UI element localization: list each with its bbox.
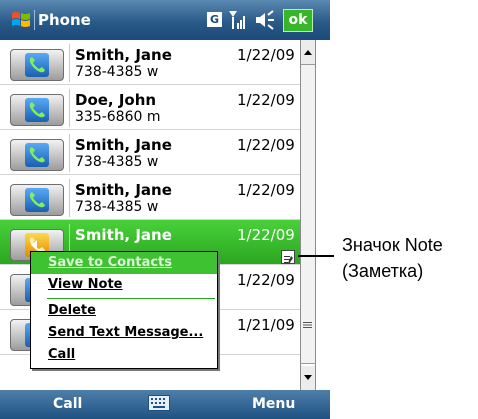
- call-back-button[interactable]: [10, 184, 64, 216]
- context-menu: Save to Contacts View Note Delete Send T…: [30, 251, 218, 369]
- note-glyph-icon: [284, 256, 293, 264]
- caller-number: 738-4385 w: [75, 154, 159, 170]
- signal-strength-icon[interactable]: [228, 9, 248, 31]
- triangle-down-icon: [304, 375, 312, 380]
- gprs-icon[interactable]: G: [207, 12, 222, 27]
- menu-item-delete[interactable]: Delete: [31, 300, 217, 322]
- scroll-down-button[interactable]: [301, 366, 315, 390]
- callout-leader-line: [298, 255, 334, 257]
- caller-number: 738-4385 w: [75, 64, 159, 80]
- note-icon: [281, 250, 295, 264]
- caller-name: Doe, John: [75, 91, 157, 109]
- call-back-button[interactable]: [10, 49, 64, 81]
- incoming-call-icon: [29, 192, 45, 208]
- callout-line-1: Значок Note: [342, 235, 443, 255]
- menu-item-send-text-message[interactable]: Send Text Message...: [31, 322, 217, 344]
- scroll-up-button[interactable]: [301, 40, 315, 64]
- row-separator: [69, 179, 70, 217]
- menu-separator: [47, 298, 215, 299]
- caller-number: 738-4385 w: [75, 199, 159, 215]
- app-title: Phone: [38, 11, 91, 29]
- call-back-button[interactable]: [10, 139, 64, 171]
- callout-line-2: (Заметка): [342, 261, 424, 281]
- menu-item-label: Send Text Message...: [48, 325, 204, 340]
- call-log-row[interactable]: Smith, Jane 738-4385 w 1/22/09: [0, 175, 300, 220]
- keyboard-icon[interactable]: [148, 395, 170, 411]
- row-separator: [69, 44, 70, 82]
- title-divider: [34, 10, 35, 30]
- call-softkey[interactable]: Call: [53, 396, 82, 412]
- call-date: 1/21/09: [237, 316, 295, 334]
- softkey-bar: Call Menu: [0, 390, 330, 419]
- row-separator: [69, 89, 70, 127]
- menu-item-label: Call: [48, 347, 76, 362]
- scroll-thumb[interactable]: [301, 64, 315, 364]
- menu-item-view-note[interactable]: View Note: [31, 274, 217, 296]
- caller-name: Smith, Jane: [75, 46, 172, 64]
- caller-name: Smith, Jane: [75, 136, 172, 154]
- menu-item-call[interactable]: Call: [31, 344, 217, 366]
- phone-screen: Phone G ok Smith, Jane 738-4385 w 1/22/09 D…: [0, 0, 330, 419]
- vertical-scrollbar[interactable]: [300, 40, 316, 390]
- ok-button[interactable]: ok: [283, 9, 313, 32]
- incoming-call-icon: [29, 147, 45, 163]
- menu-item-save-to-contacts[interactable]: Save to Contacts: [31, 252, 217, 274]
- call-date: 1/22/09: [237, 91, 295, 109]
- incoming-call-icon: [29, 102, 45, 118]
- call-date: 1/22/09: [237, 181, 295, 199]
- incoming-call-icon: [29, 57, 45, 73]
- call-date: 1/22/09: [237, 271, 295, 289]
- call-back-button[interactable]: [10, 94, 64, 126]
- menu-softkey[interactable]: Menu: [252, 396, 295, 412]
- caller-name: Smith, Jane: [75, 226, 172, 244]
- call-log-row[interactable]: Doe, John 335-6860 m 1/22/09: [0, 85, 300, 130]
- caller-name: Smith, Jane: [75, 181, 172, 199]
- menu-item-label: Delete: [48, 303, 96, 318]
- menu-item-label: Save to Contacts: [48, 255, 172, 270]
- callout-label: Значок Note (Заметка): [342, 232, 443, 284]
- triangle-up-icon: [304, 50, 312, 55]
- call-date: 1/22/09: [237, 46, 295, 64]
- call-log-row[interactable]: Smith, Jane 738-4385 w 1/22/09: [0, 40, 300, 85]
- row-separator: [69, 134, 70, 172]
- call-date: 1/22/09: [237, 136, 295, 154]
- call-log-row[interactable]: Smith, Jane 738-4385 w 1/22/09: [0, 130, 300, 175]
- grip-icon: [303, 322, 312, 328]
- call-date: 1/22/09: [237, 226, 295, 244]
- speaker-icon[interactable]: [254, 10, 276, 30]
- windows-flag-icon[interactable]: [10, 9, 32, 31]
- caller-number: 335-6860 m: [75, 109, 161, 125]
- menu-item-label: View Note: [48, 277, 123, 292]
- title-bar: Phone G ok: [0, 0, 330, 40]
